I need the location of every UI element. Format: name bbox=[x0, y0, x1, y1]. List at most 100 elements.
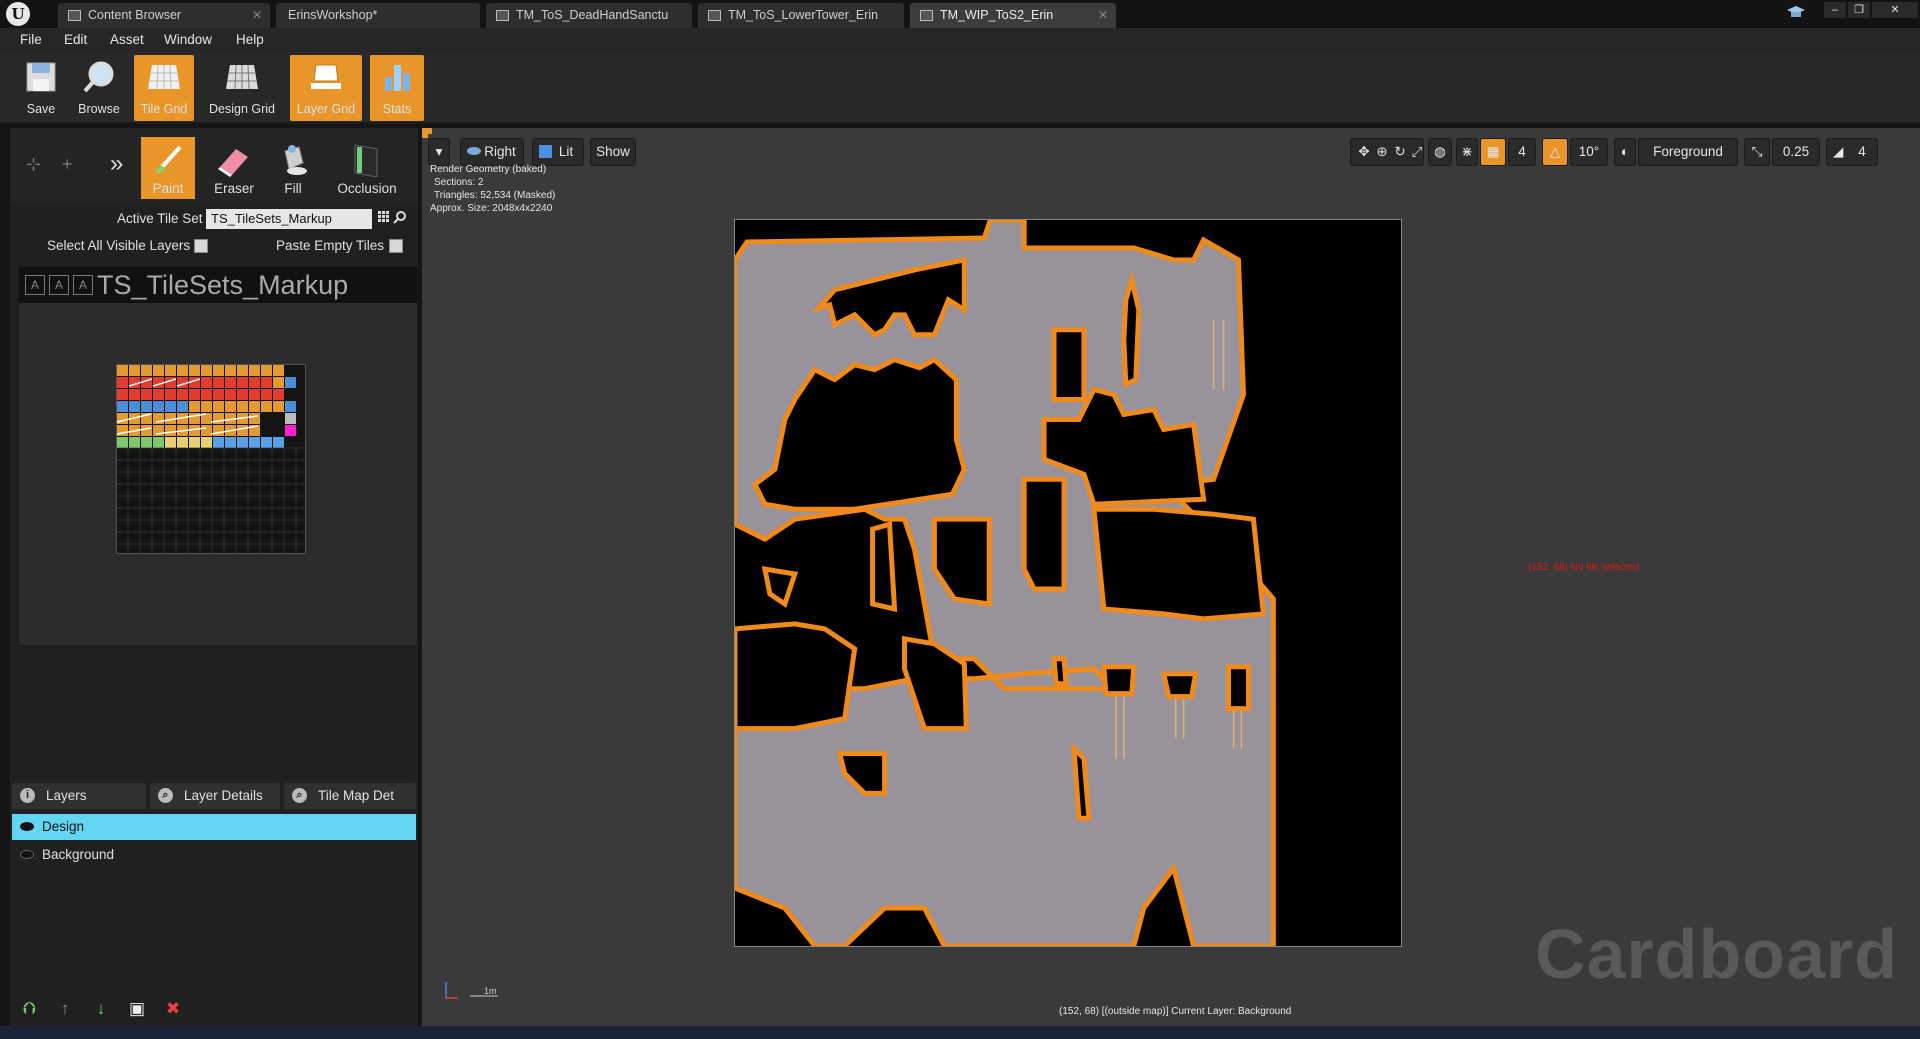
viewport-options-dropdown[interactable]: ▾ bbox=[428, 138, 450, 166]
align-icon[interactable]: A bbox=[49, 275, 69, 295]
learn-hat-icon[interactable] bbox=[1786, 5, 1806, 19]
move-layer-down-icon[interactable]: ↓ bbox=[92, 1000, 110, 1018]
snap-icon: ⋇ bbox=[1461, 144, 1473, 159]
save-button[interactable]: Save bbox=[14, 55, 68, 121]
tab-wip-tos2[interactable]: TM_WIP_ToS2_Erin ✕ bbox=[910, 3, 1116, 28]
tab-deadhand-sanctum[interactable]: TM_ToS_DeadHandSanctu bbox=[486, 3, 692, 28]
rotation-snap-toggle[interactable]: △ bbox=[1542, 138, 1568, 166]
unreal-logo-icon[interactable]: U bbox=[6, 2, 30, 26]
angle-icon: △ bbox=[1549, 144, 1561, 159]
camera-speed-value: 4 bbox=[1858, 144, 1866, 159]
grid-picker-icon[interactable] bbox=[377, 210, 391, 224]
search-icon: ⌕ bbox=[158, 788, 173, 803]
world-local-toggle[interactable]: ◍ bbox=[1428, 138, 1452, 166]
show-label: Show bbox=[596, 144, 630, 159]
cursor-tile-info: (152, 68) No tile selected bbox=[1528, 562, 1640, 573]
grid-size-value[interactable]: 4 bbox=[1508, 138, 1536, 166]
lit-button[interactable]: Lit bbox=[532, 138, 584, 166]
scale-snap-value[interactable]: 0.25 bbox=[1772, 138, 1820, 166]
fullscreen-icon[interactable]: ⤢ bbox=[1409, 139, 1425, 165]
delete-layer-icon[interactable]: ✖ bbox=[164, 1000, 182, 1018]
camera-speed-button[interactable]: ◢ 4 bbox=[1826, 138, 1878, 166]
add-layer-icon[interactable]: ⮉ bbox=[20, 1000, 38, 1018]
tab-tile-map-details[interactable]: ⌕ Tile Map Det bbox=[284, 783, 416, 809]
info-icon: i bbox=[20, 788, 35, 803]
select-all-visible-layers-label: Select All Visible Layers bbox=[47, 238, 191, 253]
tilemap-icon bbox=[496, 10, 509, 21]
grid-icon: ▦ bbox=[1486, 144, 1500, 159]
bar-chart-icon bbox=[379, 61, 415, 93]
eye-icon[interactable] bbox=[20, 822, 34, 831]
tab-layer-details[interactable]: ⌕ Layer Details bbox=[150, 783, 280, 809]
tile-set-viewer-header: A A A TS_TileSets_Markup bbox=[19, 267, 417, 303]
close-window-button[interactable]: ✕ bbox=[1872, 2, 1918, 18]
layer-row-design[interactable]: Design bbox=[12, 814, 416, 840]
align-icon[interactable]: A bbox=[73, 275, 93, 295]
align-icon[interactable]: A bbox=[25, 275, 45, 295]
surface-snap-toggle[interactable]: ⋇ bbox=[1456, 138, 1478, 166]
view-mode-button[interactable]: Right bbox=[460, 138, 524, 166]
menu-file[interactable]: File bbox=[20, 32, 42, 47]
camera-icon: ◢ bbox=[1833, 144, 1844, 159]
paste-empty-tiles-checkbox[interactable] bbox=[389, 239, 403, 253]
stat-line: Sections: 2 bbox=[434, 177, 484, 188]
foreground-label: Foreground bbox=[1653, 144, 1723, 159]
menu-help[interactable]: Help bbox=[236, 32, 264, 47]
occlusion-tool-button[interactable]: Occlusion bbox=[326, 137, 408, 199]
lit-label: Lit bbox=[558, 144, 574, 159]
eraser-tool-button[interactable]: Eraser bbox=[206, 137, 262, 199]
add-mode-icon[interactable]: + bbox=[62, 154, 82, 174]
move-icon[interactable]: ✥ bbox=[1355, 139, 1373, 165]
paint-bucket-icon bbox=[275, 143, 311, 177]
grid-snap-toggle[interactable]: ▦ bbox=[1480, 138, 1506, 166]
tab-lower-tower[interactable]: TM_ToS_LowerTower_Erin bbox=[698, 3, 904, 28]
scale-icon[interactable]: ↻ bbox=[1391, 139, 1409, 165]
stats-button[interactable]: Stats bbox=[370, 55, 424, 121]
rotate-icon[interactable]: ⊕ bbox=[1373, 139, 1391, 165]
expand-icon[interactable]: » bbox=[110, 150, 130, 177]
minimize-button[interactable]: – bbox=[1824, 2, 1846, 18]
layer-row-background[interactable]: Background bbox=[12, 842, 416, 868]
move-layer-up-icon[interactable]: ↑ bbox=[56, 1000, 74, 1018]
active-tile-set-field[interactable] bbox=[206, 209, 372, 229]
show-button[interactable]: Show bbox=[590, 138, 636, 166]
stat-line: Render Geometry (baked) bbox=[430, 164, 547, 175]
eye-icon[interactable] bbox=[20, 850, 34, 859]
tile-grid-button[interactable]: Tile Grid bbox=[134, 55, 194, 121]
close-icon[interactable]: ✕ bbox=[252, 3, 262, 28]
select-mode-icon[interactable]: ⊹ bbox=[26, 154, 46, 174]
tab-erins-workshop[interactable]: ErinsWorkshop* bbox=[276, 3, 480, 28]
design-grid-button[interactable]: Design Grid bbox=[206, 55, 278, 121]
select-all-visible-layers-checkbox[interactable] bbox=[194, 239, 208, 253]
cardboard-watermark: Cardboard bbox=[1535, 915, 1898, 993]
layer-sort-toggle[interactable]: ◐ bbox=[1614, 138, 1636, 166]
menu-window[interactable]: Window bbox=[164, 32, 212, 47]
tab-label: Layer Details bbox=[184, 788, 263, 803]
tab-content-browser[interactable]: Content Browser ✕ bbox=[58, 3, 270, 28]
close-icon[interactable]: ✕ bbox=[1098, 3, 1108, 28]
os-taskbar bbox=[0, 1026, 1920, 1039]
stat-line: Triangles: 52,534 (Masked) bbox=[434, 190, 556, 201]
orthographic-icon bbox=[467, 147, 481, 155]
menu-edit[interactable]: Edit bbox=[64, 32, 87, 47]
tile-map-editor-panel: ⊹ + » Paint Eraser Fill Occlusion Active… bbox=[10, 128, 418, 1026]
tab-layers[interactable]: i Layers bbox=[12, 783, 146, 809]
scale-snap-toggle[interactable]: ⤡ bbox=[1744, 138, 1770, 166]
duplicate-layer-icon[interactable]: ▣ bbox=[128, 1000, 146, 1018]
tile-map-canvas[interactable] bbox=[734, 219, 1402, 947]
tile-set-grid[interactable] bbox=[116, 364, 306, 554]
grid-icon bbox=[146, 61, 182, 93]
rotation-snap-value[interactable]: 10° bbox=[1570, 138, 1608, 166]
foreground-dropdown[interactable]: Foreground bbox=[1638, 138, 1738, 166]
paint-tool-button[interactable]: Paint bbox=[141, 137, 195, 199]
maximize-button[interactable]: ❐ bbox=[1848, 2, 1870, 18]
browse-button[interactable]: Browse bbox=[72, 55, 126, 121]
fill-tool-button[interactable]: Fill bbox=[268, 137, 318, 199]
search-icon[interactable] bbox=[393, 210, 407, 224]
tile-map-viewport[interactable]: ▾ Right Lit Show ✥ ⊕ ↻ ⤢ ◍ ⋇ ▦ 4 △ 10° ◐… bbox=[422, 128, 1920, 1026]
chevron-down-icon: ▾ bbox=[435, 144, 443, 159]
menu-asset[interactable]: Asset bbox=[110, 32, 144, 47]
layer-grid-button[interactable]: Layer Grid bbox=[290, 55, 362, 121]
layer-name: Background bbox=[42, 847, 115, 862]
tile-set-viewer[interactable]: A A A TS_TileSets_Markup bbox=[18, 266, 418, 646]
